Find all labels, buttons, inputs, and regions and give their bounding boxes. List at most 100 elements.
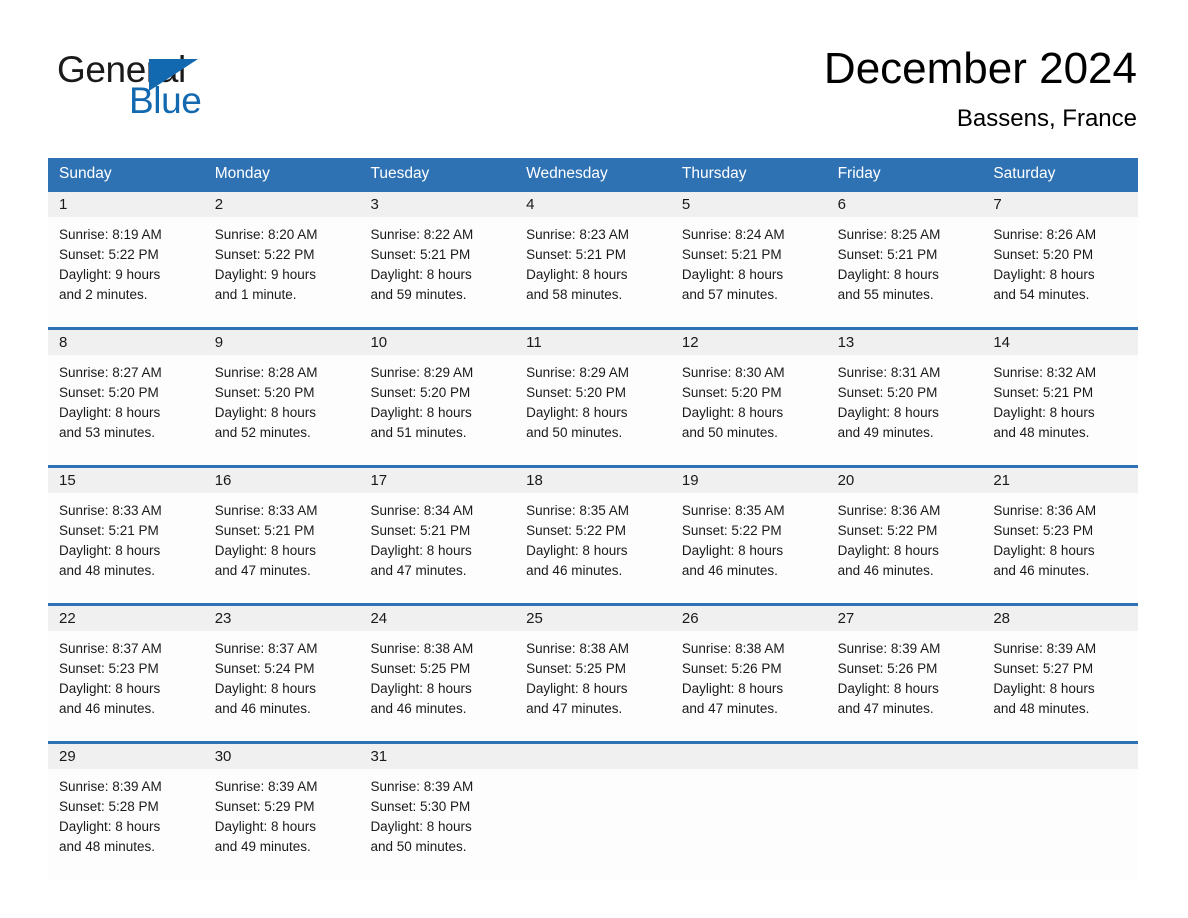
day-cell[interactable]: Sunrise: 8:39 AM Sunset: 5:27 PM Dayligh… [982,631,1138,741]
day-number[interactable]: 15 [48,468,204,493]
day-cell[interactable]: Sunrise: 8:38 AM Sunset: 5:26 PM Dayligh… [671,631,827,741]
day-number[interactable]: 23 [204,606,360,631]
day-cell[interactable]: Sunrise: 8:34 AM Sunset: 5:21 PM Dayligh… [359,493,515,603]
day-number[interactable]: 26 [671,606,827,631]
day-number[interactable]: 3 [359,192,515,217]
day-cell[interactable]: Sunrise: 8:30 AM Sunset: 5:20 PM Dayligh… [671,355,827,465]
day-cell[interactable]: Sunrise: 8:27 AM Sunset: 5:20 PM Dayligh… [48,355,204,465]
day-cell[interactable]: Sunrise: 8:38 AM Sunset: 5:25 PM Dayligh… [515,631,671,741]
day-cell[interactable]: Sunrise: 8:36 AM Sunset: 5:23 PM Dayligh… [982,493,1138,603]
day-number[interactable]: 24 [359,606,515,631]
sunset-text: Sunset: 5:20 PM [837,385,938,400]
day-cell[interactable]: Sunrise: 8:29 AM Sunset: 5:20 PM Dayligh… [515,355,671,465]
day-number[interactable]: 9 [204,330,360,355]
daylight-text-line1: Daylight: 9 hours [214,267,317,282]
day-number[interactable]: 5 [671,192,827,217]
day-number-empty [982,744,1138,769]
day-cell[interactable]: Sunrise: 8:37 AM Sunset: 5:24 PM Dayligh… [204,631,360,741]
day-number[interactable]: 17 [359,468,515,493]
daylight-text-line1: Daylight: 8 hours [681,543,784,558]
daylight-text-line2: and 46 minutes. [681,563,778,578]
day-number[interactable]: 2 [204,192,360,217]
daylight-text-line1: Daylight: 8 hours [59,681,161,696]
day-number[interactable]: 12 [671,330,827,355]
day-cell-empty [982,769,1138,879]
day-cell[interactable]: Sunrise: 8:19 AM Sunset: 5:22 PM Dayligh… [48,217,204,327]
daylight-text-line1: Daylight: 9 hours [59,267,161,282]
day-cell[interactable]: Sunrise: 8:39 AM Sunset: 5:29 PM Dayligh… [204,769,360,879]
day-number-band: 1 2 3 4 5 6 7 [48,192,1138,217]
sunrise-text: Sunrise: 8:37 AM [214,641,318,656]
day-cell[interactable]: Sunrise: 8:33 AM Sunset: 5:21 PM Dayligh… [48,493,204,603]
day-cell[interactable]: Sunrise: 8:20 AM Sunset: 5:22 PM Dayligh… [204,217,360,327]
day-number[interactable]: 1 [48,192,204,217]
day-number[interactable]: 18 [515,468,671,493]
sunset-text: Sunset: 5:22 PM [837,523,938,538]
day-number[interactable]: 19 [671,468,827,493]
day-cell[interactable]: Sunrise: 8:37 AM Sunset: 5:23 PM Dayligh… [48,631,204,741]
day-number-band: 8 9 10 11 12 13 14 [48,330,1138,355]
sunset-text: Sunset: 5:21 PM [370,247,471,262]
sunrise-text: Sunrise: 8:23 AM [526,227,629,242]
day-cell[interactable]: Sunrise: 8:29 AM Sunset: 5:20 PM Dayligh… [359,355,515,465]
calendar-week-row: 29 30 31 Sunrise: 8:39 AM Sunset: 5:28 P… [48,741,1138,879]
day-number[interactable]: 27 [827,606,983,631]
day-number[interactable]: 7 [982,192,1138,217]
day-number[interactable]: 8 [48,330,204,355]
daylight-text-line1: Daylight: 8 hours [370,819,472,834]
day-cell[interactable]: Sunrise: 8:35 AM Sunset: 5:22 PM Dayligh… [671,493,827,603]
day-number-empty [827,744,983,769]
day-number[interactable]: 28 [982,606,1138,631]
sunrise-text: Sunrise: 8:25 AM [837,227,941,242]
day-number[interactable]: 13 [827,330,983,355]
day-number[interactable]: 4 [515,192,671,217]
daylight-text-line1: Daylight: 8 hours [993,681,1095,696]
day-cell[interactable]: Sunrise: 8:33 AM Sunset: 5:21 PM Dayligh… [204,493,360,603]
day-cell[interactable]: Sunrise: 8:39 AM Sunset: 5:30 PM Dayligh… [359,769,515,879]
day-cell[interactable]: Sunrise: 8:28 AM Sunset: 5:20 PM Dayligh… [204,355,360,465]
day-number[interactable]: 20 [827,468,983,493]
day-cell[interactable]: Sunrise: 8:31 AM Sunset: 5:20 PM Dayligh… [827,355,983,465]
sunrise-text: Sunrise: 8:30 AM [681,365,785,380]
day-cell[interactable]: Sunrise: 8:23 AM Sunset: 5:21 PM Dayligh… [515,217,671,327]
day-cell[interactable]: Sunrise: 8:24 AM Sunset: 5:21 PM Dayligh… [671,217,827,327]
daylight-text-line2: and 49 minutes. [837,425,934,440]
day-detail-row: Sunrise: 8:39 AM Sunset: 5:28 PM Dayligh… [48,769,1138,879]
sunset-text: Sunset: 5:20 PM [370,385,471,400]
day-cell[interactable]: Sunrise: 8:38 AM Sunset: 5:25 PM Dayligh… [359,631,515,741]
daylight-text-line1: Daylight: 8 hours [681,405,784,420]
daylight-text-line2: and 47 minutes. [681,701,778,716]
day-number[interactable]: 11 [515,330,671,355]
weekday-header-friday: Friday [837,165,881,182]
day-number[interactable]: 14 [982,330,1138,355]
day-number[interactable]: 16 [204,468,360,493]
sunrise-text: Sunrise: 8:28 AM [214,365,318,380]
sunset-text: Sunset: 5:20 PM [681,385,782,400]
day-number[interactable]: 30 [204,744,360,769]
daylight-text-line1: Daylight: 8 hours [214,405,317,420]
day-number[interactable]: 31 [359,744,515,769]
calendar-week-row: 1 2 3 4 5 6 7 Sunrise: 8:19 AM Sunset: 5… [48,189,1138,327]
daylight-text-line2: and 47 minutes. [837,701,934,716]
day-cell[interactable]: Sunrise: 8:39 AM Sunset: 5:28 PM Dayligh… [48,769,204,879]
daylight-text-line2: and 58 minutes. [526,287,623,302]
day-number[interactable]: 22 [48,606,204,631]
calendar-week-row: 8 9 10 11 12 13 14 Sunrise: 8:27 AM Suns… [48,327,1138,465]
day-cell[interactable]: Sunrise: 8:32 AM Sunset: 5:21 PM Dayligh… [982,355,1138,465]
sunset-text: Sunset: 5:30 PM [370,799,471,814]
daylight-text-line1: Daylight: 8 hours [526,405,628,420]
daylight-text-line2: and 47 minutes. [214,563,311,578]
day-number[interactable]: 21 [982,468,1138,493]
day-cell[interactable]: Sunrise: 8:35 AM Sunset: 5:22 PM Dayligh… [515,493,671,603]
day-cell[interactable]: Sunrise: 8:26 AM Sunset: 5:20 PM Dayligh… [982,217,1138,327]
daylight-text-line2: and 46 minutes. [837,563,934,578]
day-cell[interactable]: Sunrise: 8:22 AM Sunset: 5:21 PM Dayligh… [359,217,515,327]
day-cell[interactable]: Sunrise: 8:39 AM Sunset: 5:26 PM Dayligh… [827,631,983,741]
day-number[interactable]: 10 [359,330,515,355]
day-number[interactable]: 29 [48,744,204,769]
day-number[interactable]: 25 [515,606,671,631]
title-block: December 2024 Bassens, France [824,43,1137,133]
day-cell[interactable]: Sunrise: 8:25 AM Sunset: 5:21 PM Dayligh… [827,217,983,327]
day-cell[interactable]: Sunrise: 8:36 AM Sunset: 5:22 PM Dayligh… [827,493,983,603]
day-number[interactable]: 6 [827,192,983,217]
